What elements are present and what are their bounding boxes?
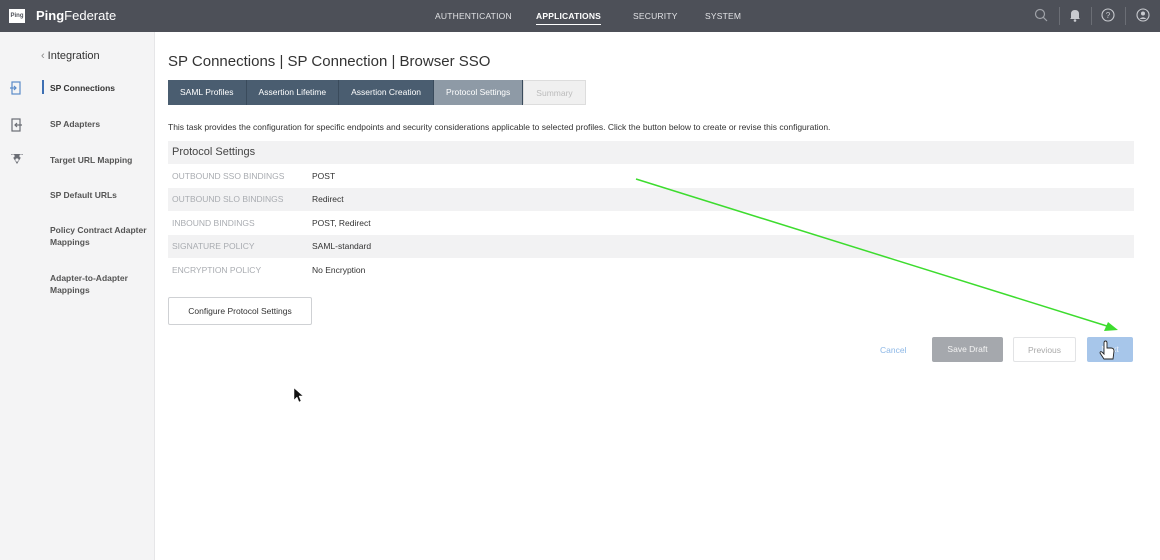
sidebar-item-target-url-mapping[interactable]: Target URL Mapping (50, 154, 150, 166)
wizard-tabs: SAML Profiles Assertion Lifetime Asserti… (168, 80, 586, 105)
active-indicator (42, 80, 44, 94)
mapping-icon (10, 153, 24, 168)
arrow-cursor-icon (293, 387, 304, 403)
previous-button[interactable]: Previous (1013, 337, 1076, 362)
table-row: OUTBOUND SLO BINDINGS Redirect (168, 187, 1134, 211)
configure-protocol-settings-button[interactable]: Configure Protocol Settings (168, 297, 312, 325)
tab-assertion-lifetime[interactable]: Assertion Lifetime (246, 80, 340, 105)
svg-text:?: ? (1106, 11, 1111, 20)
nav-security[interactable]: SECURITY (633, 11, 678, 21)
cancel-link[interactable]: Cancel (880, 345, 906, 355)
section-heading: Protocol Settings (168, 141, 1134, 164)
brand-name: PingFederate (36, 8, 117, 23)
adapter-icon (10, 118, 22, 135)
settings-table: OUTBOUND SSO BINDINGS POST OUTBOUND SLO … (168, 164, 1134, 282)
row-label: OUTBOUND SSO BINDINGS (172, 170, 285, 181)
sidebar: ‹ Integration SP Connections SP Adapters … (0, 32, 155, 560)
tab-protocol-settings[interactable]: Protocol Settings (434, 80, 524, 105)
table-row: OUTBOUND SSO BINDINGS POST (168, 164, 1134, 188)
sidebar-item-sp-connections[interactable]: SP Connections (50, 82, 150, 94)
row-value: POST, Redirect (312, 217, 371, 228)
tab-assertion-creation[interactable]: Assertion Creation (339, 80, 435, 105)
search-icon[interactable] (1034, 8, 1048, 25)
sidebar-item-sp-default-urls[interactable]: SP Default URLs (50, 189, 150, 201)
back-to-integration-link[interactable]: ‹ Integration (41, 50, 100, 62)
row-value: SAML-standard (312, 241, 372, 252)
tab-summary: Summary (523, 80, 586, 105)
row-label: SIGNATURE POLICY (172, 241, 255, 252)
sidebar-item-adapter-to-adapter-mappings[interactable]: Adapter-to-Adapter Mappings (50, 272, 150, 296)
connections-icon (10, 81, 22, 98)
row-value: Redirect (312, 194, 344, 205)
save-draft-button[interactable]: Save Draft (932, 337, 1003, 362)
user-icon[interactable] (1136, 8, 1150, 25)
row-label: INBOUND BINDINGS (172, 217, 255, 228)
nav-system[interactable]: SYSTEM (705, 11, 741, 21)
row-label: ENCRYPTION POLICY (172, 264, 262, 275)
sidebar-item-sp-adapters[interactable]: SP Adapters (50, 118, 150, 130)
top-navigation-bar: Ping PingFederate AUTHENTICATION APPLICA… (0, 0, 1160, 32)
nav-applications[interactable]: APPLICATIONS (536, 11, 602, 25)
sidebar-item-policy-contract-adapter-mappings[interactable]: Policy Contract Adapter Mappings (50, 224, 150, 248)
divider (1125, 7, 1126, 25)
chevron-left-icon: ‹ (41, 50, 45, 62)
divider (1091, 7, 1092, 25)
bell-icon[interactable] (1069, 8, 1081, 25)
ping-logo: Ping (9, 9, 25, 23)
table-row: SIGNATURE POLICY SAML-standard (168, 234, 1134, 258)
tab-saml-profiles[interactable]: SAML Profiles (168, 80, 247, 105)
nav-authentication[interactable]: AUTHENTICATION (435, 11, 512, 21)
protocol-settings-summary: Protocol Settings OUTBOUND SSO BINDINGS … (168, 141, 1134, 282)
table-row: ENCRYPTION POLICY No Encryption (168, 258, 1134, 282)
help-icon[interactable]: ? (1101, 8, 1115, 25)
row-value: POST (312, 170, 336, 181)
page-title: SP Connections | SP Connection | Browser… (168, 53, 491, 70)
task-description: This task provides the configuration for… (168, 122, 831, 132)
table-row: INBOUND BINDINGS POST, Redirect (168, 211, 1134, 235)
next-button[interactable]: Next (1087, 337, 1133, 362)
row-value: No Encryption (312, 264, 366, 275)
row-label: OUTBOUND SLO BINDINGS (172, 194, 284, 205)
divider (1059, 7, 1060, 25)
